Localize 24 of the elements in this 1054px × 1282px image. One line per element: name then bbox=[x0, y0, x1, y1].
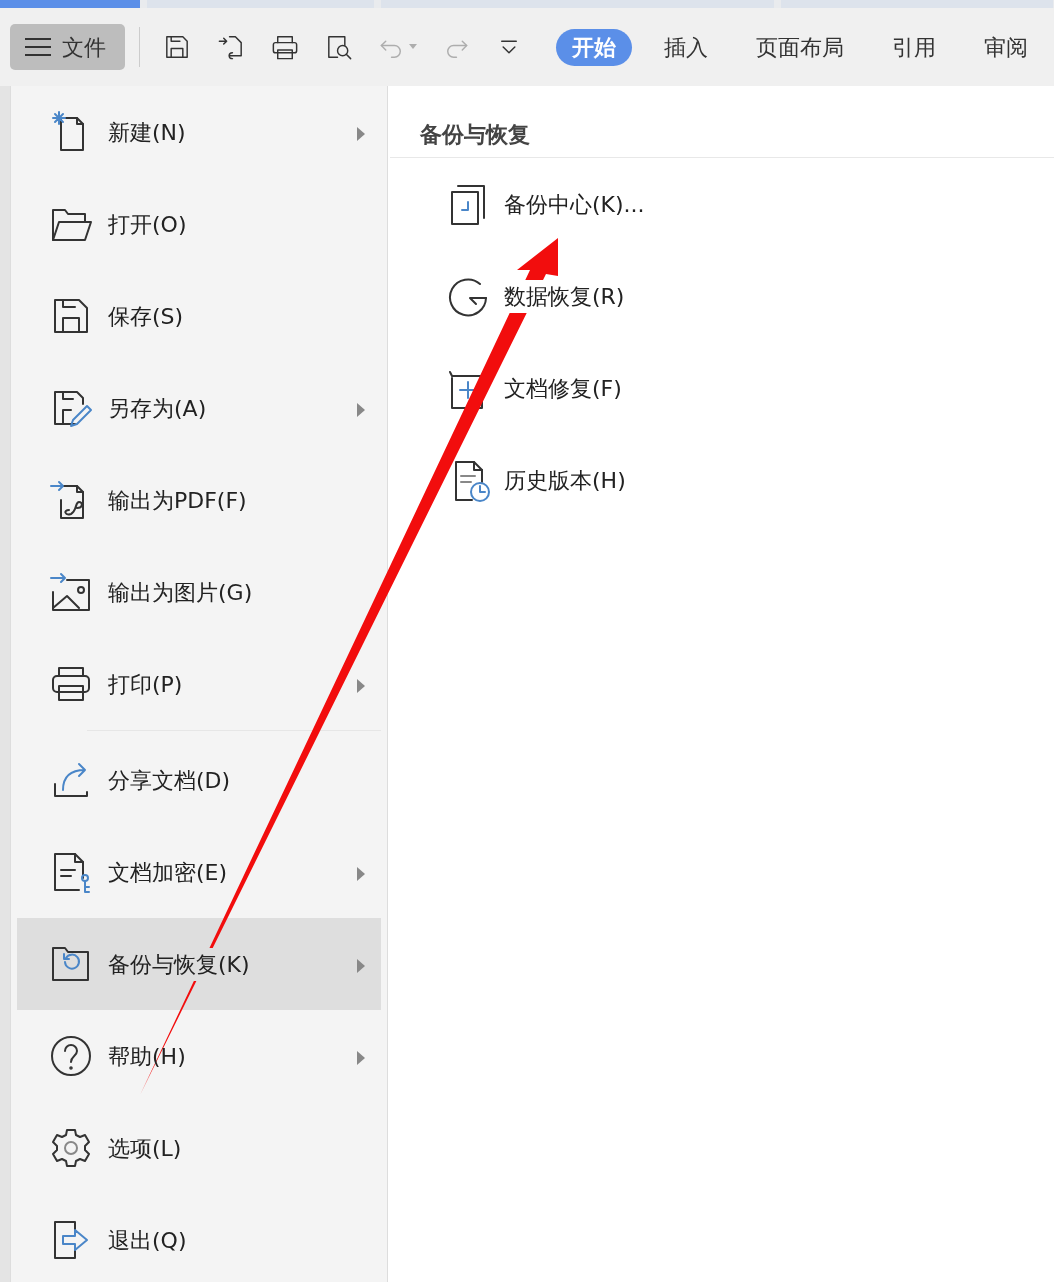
menu-item[interactable]: 打印(P) bbox=[17, 638, 381, 730]
help-icon bbox=[49, 1034, 93, 1078]
ribbon-tab[interactable]: 页面布局 bbox=[740, 28, 860, 66]
ribbon-tab[interactable]: 审阅 bbox=[968, 28, 1044, 66]
ribbon-tab[interactable]: 插入 bbox=[648, 28, 724, 66]
settings-icon bbox=[49, 1126, 93, 1170]
submenu-item[interactable]: 备份中心(K)... bbox=[388, 158, 645, 250]
menu-item[interactable]: 保存(S) bbox=[17, 270, 381, 362]
menu-item[interactable]: 退出(Q) bbox=[17, 1194, 381, 1282]
export-image-icon bbox=[49, 570, 93, 614]
menu-item[interactable]: 输出为图片(G) bbox=[17, 546, 381, 638]
document-tab[interactable] bbox=[0, 0, 140, 8]
menu-item[interactable]: 分享文档(D) bbox=[17, 734, 381, 826]
menu-item[interactable]: 新建(N) bbox=[17, 86, 381, 178]
menu-item[interactable]: 备份与恢复(K) bbox=[17, 918, 381, 1010]
menu-item[interactable]: 另存为(A) bbox=[17, 362, 381, 454]
menu-icon bbox=[24, 36, 52, 58]
ribbon-tab[interactable]: 引用 bbox=[876, 28, 952, 66]
menu-item[interactable]: 打开(O) bbox=[17, 178, 381, 270]
menu-item[interactable]: 选项(L) bbox=[17, 1102, 381, 1194]
menu-item[interactable]: 输出为PDF(F) bbox=[17, 454, 381, 546]
caret-icon bbox=[409, 43, 418, 49]
file-button[interactable]: 文件 bbox=[10, 24, 125, 70]
menu-item[interactable]: 文档加密(E) bbox=[17, 826, 381, 918]
